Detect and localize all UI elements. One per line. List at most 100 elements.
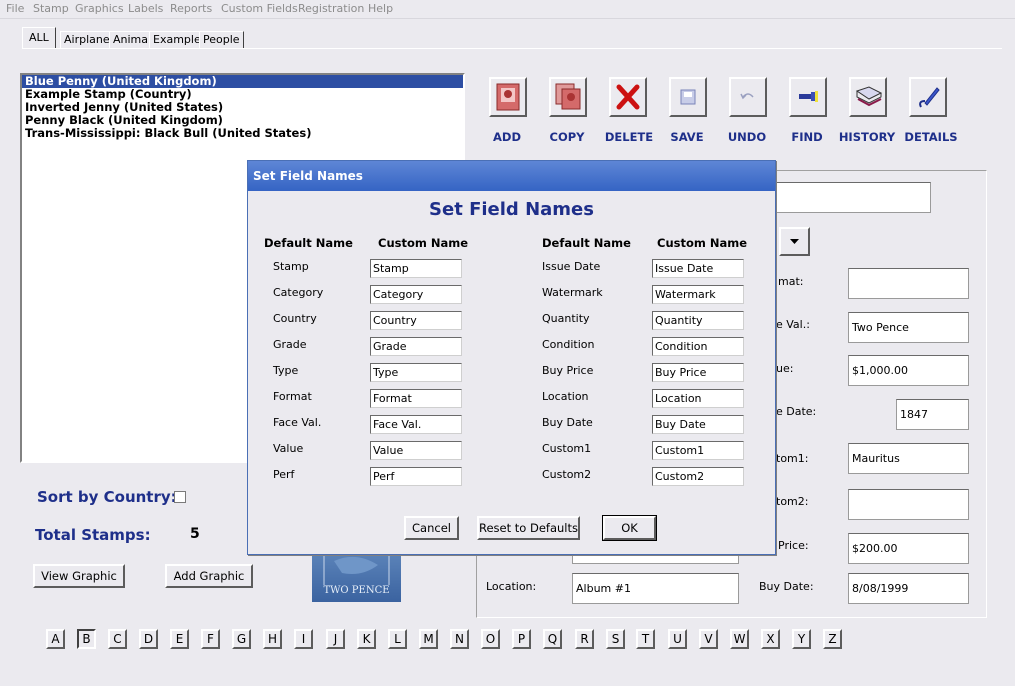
custom2-field[interactable] — [848, 489, 969, 520]
stamp-name-field[interactable] — [770, 182, 931, 213]
field-custom-format[interactable]: Format — [370, 389, 462, 408]
cancel-button[interactable]: Cancel — [404, 516, 459, 540]
tab-example[interactable]: Example — [149, 31, 205, 49]
letter-e-button[interactable]: E — [170, 629, 189, 649]
sort-by-country-checkbox[interactable] — [174, 491, 186, 503]
buy-date-field[interactable]: 8/08/1999 — [848, 573, 969, 604]
letter-q-button[interactable]: Q — [543, 629, 562, 649]
letter-k-button[interactable]: K — [357, 629, 376, 649]
undo-button[interactable] — [729, 77, 767, 117]
field-custom-type[interactable]: Type — [370, 363, 462, 382]
pen-icon — [919, 87, 940, 108]
letter-s-button[interactable]: S — [606, 629, 625, 649]
find-button[interactable] — [789, 77, 827, 117]
field-default-watermark: Watermark — [542, 286, 603, 299]
tab-airplane[interactable]: Airplane — [60, 31, 114, 49]
menu-help[interactable]: Help — [368, 2, 393, 15]
letter-r-button[interactable]: R — [575, 629, 594, 649]
letter-o-button[interactable]: O — [481, 629, 500, 649]
value-field[interactable]: $1,000.00 — [848, 355, 969, 386]
list-item[interactable]: Trans-Mississippi: Black Bull (United St… — [22, 127, 463, 140]
tab-people[interactable]: People — [199, 31, 244, 49]
delete-button[interactable] — [609, 77, 647, 117]
field-custom-buy-date[interactable]: Buy Date — [652, 415, 744, 434]
field-custom-condition[interactable]: Condition — [652, 337, 744, 356]
history-button[interactable] — [849, 77, 887, 117]
letter-b-button[interactable]: B — [77, 629, 96, 649]
letter-c-button[interactable]: C — [108, 629, 127, 649]
dialog-title-bar[interactable]: Set Field Names — [248, 161, 775, 191]
custom1-field[interactable]: Mauritus — [848, 443, 969, 474]
field-default-buy-date: Buy Date — [542, 416, 593, 429]
view-graphic-button[interactable]: View Graphic — [33, 564, 125, 588]
field-custom-quantity[interactable]: Quantity — [652, 311, 744, 330]
delete-x-icon — [616, 84, 640, 110]
field-default-face-val: Face Val. — [273, 416, 322, 429]
menu-stamp[interactable]: Stamp — [33, 2, 69, 15]
field-custom-watermark[interactable]: Watermark — [652, 285, 744, 304]
letter-n-button[interactable]: N — [450, 629, 469, 649]
buy-price-field[interactable]: $200.00 — [848, 533, 969, 564]
details-button[interactable] — [909, 77, 947, 117]
letter-l-button[interactable]: L — [388, 629, 407, 649]
location-field[interactable]: Album #1 — [572, 573, 739, 604]
menu-registration[interactable]: Registration — [298, 2, 364, 15]
add-graphic-button[interactable]: Add Graphic — [165, 564, 253, 588]
menu-graphics[interactable]: Graphics — [75, 2, 124, 15]
letter-j-button[interactable]: J — [326, 629, 345, 649]
copy-button[interactable] — [549, 77, 587, 117]
menu-custom-fields[interactable]: Custom Fields — [221, 2, 298, 15]
issue-date-label: e Date: — [776, 405, 817, 418]
field-default-country: Country — [273, 312, 317, 325]
field-custom-country[interactable]: Country — [370, 311, 462, 330]
field-custom-grade[interactable]: Grade — [370, 337, 462, 356]
field-custom-custom1[interactable]: Custom1 — [652, 441, 744, 460]
letter-i-button[interactable]: I — [294, 629, 313, 649]
letter-z-button[interactable]: Z — [823, 629, 842, 649]
letter-f-button[interactable]: F — [201, 629, 220, 649]
format-field[interactable] — [848, 268, 969, 299]
menu-labels[interactable]: Labels — [128, 2, 163, 15]
field-custom-stamp[interactable]: Stamp — [370, 259, 462, 278]
dialog-heading: Set Field Names — [429, 199, 594, 220]
letter-h-button[interactable]: H — [263, 629, 282, 649]
field-default-stamp: Stamp — [273, 260, 309, 273]
menu-file[interactable]: File — [6, 2, 24, 15]
tab-all[interactable]: ALL — [22, 27, 56, 49]
right-default-header: Default Name — [542, 236, 631, 250]
field-custom-perf[interactable]: Perf — [370, 467, 462, 486]
custom1-label: tom1: — [776, 452, 809, 465]
custom2-label: tom2: — [776, 495, 809, 508]
menu-reports[interactable]: Reports — [170, 2, 212, 15]
face-val-field[interactable]: Two Pence — [848, 312, 969, 343]
letter-y-button[interactable]: Y — [792, 629, 811, 649]
field-custom-category[interactable]: Category — [370, 285, 462, 304]
letter-x-button[interactable]: X — [761, 629, 780, 649]
stamp-image: TWO PENCE — [312, 555, 401, 602]
field-custom-issue-date[interactable]: Issue Date — [652, 259, 744, 278]
ok-button[interactable]: OK — [602, 515, 657, 541]
field-custom-custom2[interactable]: Custom2 — [652, 467, 744, 486]
total-stamps-label: Total Stamps: — [35, 526, 151, 544]
letter-v-button[interactable]: V — [699, 629, 718, 649]
tab-divider — [22, 48, 1002, 49]
field-custom-value[interactable]: Value — [370, 441, 462, 460]
save-button[interactable] — [669, 77, 707, 117]
letter-t-button[interactable]: T — [636, 629, 655, 649]
field-default-custom1: Custom1 — [542, 442, 592, 455]
letter-m-button[interactable]: M — [419, 629, 438, 649]
issue-date-field[interactable]: 1847 — [896, 399, 969, 430]
reset-to-defaults-button[interactable]: Reset to Defaults — [477, 516, 580, 540]
letter-a-button[interactable]: A — [46, 629, 65, 649]
field-default-condition: Condition — [542, 338, 595, 351]
letter-g-button[interactable]: G — [232, 629, 251, 649]
field-custom-location[interactable]: Location — [652, 389, 744, 408]
letter-p-button[interactable]: P — [512, 629, 531, 649]
field-custom-face-val[interactable]: Face Val. — [370, 415, 462, 434]
dropdown-button[interactable] — [779, 227, 810, 256]
field-custom-buy-price[interactable]: Buy Price — [652, 363, 744, 382]
letter-u-button[interactable]: U — [668, 629, 687, 649]
letter-d-button[interactable]: D — [139, 629, 158, 649]
add-button[interactable] — [489, 77, 527, 117]
letter-w-button[interactable]: W — [730, 629, 749, 649]
